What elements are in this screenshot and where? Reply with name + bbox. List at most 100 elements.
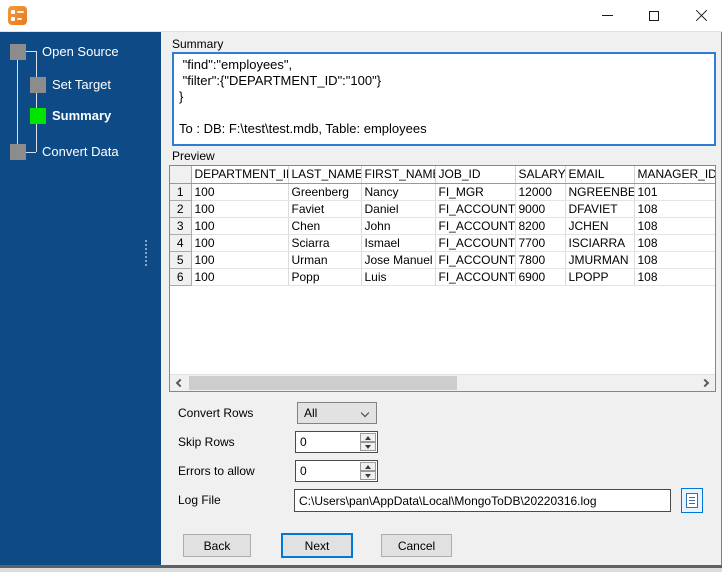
cell: 100: [191, 183, 288, 200]
cell: 108: [634, 251, 716, 268]
cell: JCHEN: [565, 217, 634, 234]
cell: 101: [634, 183, 716, 200]
log-file-label: Log File: [178, 489, 221, 512]
log-file-input[interactable]: [294, 489, 671, 512]
cell: NGREENBE: [565, 183, 634, 200]
row-number: 4: [170, 234, 191, 251]
step-label-summary: Summary: [52, 108, 111, 124]
sidebar-splitter-grip[interactable]: [145, 240, 147, 266]
errors-decrement-button[interactable]: [360, 471, 376, 480]
table-row[interactable]: 5100UrmanJose ManuelFI_ACCOUNT7800JMURMA…: [170, 251, 716, 268]
cell: 108: [634, 268, 716, 285]
column-header[interactable]: LAST_NAME: [288, 166, 361, 183]
step-label-convert-data: Convert Data: [42, 144, 119, 160]
preview-section-label: Preview: [172, 149, 215, 163]
horizontal-scrollbar[interactable]: [170, 374, 715, 391]
skip-rows-decrement-button[interactable]: [360, 442, 376, 451]
app-icon-detail: [17, 11, 24, 13]
cell: LPOPP: [565, 268, 634, 285]
summary-section-label: Summary: [172, 37, 223, 51]
convert-rows-label: Convert Rows: [178, 402, 253, 424]
table-row[interactable]: 6100PoppLuisFI_ACCOUNT6900LPOPP108: [170, 268, 716, 285]
summary-text: "find":"employees", "filter":{"DEPARTMEN…: [179, 57, 709, 137]
cell: Chen: [288, 217, 361, 234]
titlebar: [0, 0, 722, 32]
step-connector-line: [26, 152, 36, 153]
close-button[interactable]: [684, 0, 718, 31]
step-indicator-convert-data: [10, 144, 26, 160]
skip-rows-label: Skip Rows: [178, 431, 235, 453]
app-icon-detail: [11, 17, 15, 21]
cell: 7700: [515, 234, 565, 251]
cell: 108: [634, 234, 716, 251]
cancel-button[interactable]: Cancel: [381, 534, 452, 557]
cell: FI_ACCOUNT: [435, 251, 515, 268]
cell: 9000: [515, 200, 565, 217]
step-connector-line: [17, 60, 18, 144]
arrow-down-icon: [365, 445, 371, 449]
row-number: 3: [170, 217, 191, 234]
chevron-right-icon: [701, 379, 709, 387]
cell: FI_ACCOUNT: [435, 217, 515, 234]
cell: FI_ACCOUNT: [435, 234, 515, 251]
cell: 12000: [515, 183, 565, 200]
cell: FI_ACCOUNT: [435, 200, 515, 217]
chevron-down-icon: [361, 409, 369, 417]
cell: Ismael: [361, 234, 435, 251]
errors-increment-button[interactable]: [360, 462, 376, 471]
skip-rows-input[interactable]: [296, 432, 359, 452]
back-button[interactable]: Back: [183, 534, 251, 557]
skip-rows-increment-button[interactable]: [360, 433, 376, 442]
cell: Nancy: [361, 183, 435, 200]
table-row[interactable]: 3100ChenJohnFI_ACCOUNT8200JCHEN108: [170, 217, 716, 234]
column-header[interactable]: SALARY: [515, 166, 565, 183]
maximize-button[interactable]: [637, 0, 671, 31]
convert-rows-value: All: [304, 406, 317, 420]
cell: 100: [191, 234, 288, 251]
next-button[interactable]: Next: [281, 533, 353, 558]
scrollbar-thumb[interactable]: [189, 376, 457, 390]
cell: FI_ACCOUNT: [435, 268, 515, 285]
close-icon: [695, 9, 708, 22]
column-header[interactable]: EMAIL: [565, 166, 634, 183]
table-row[interactable]: 4100SciarraIsmaelFI_ACCOUNT7700ISCIARRA1…: [170, 234, 716, 251]
document-icon: [686, 493, 698, 508]
maximize-icon: [649, 11, 659, 21]
row-number-header: [170, 166, 191, 183]
cell: Greenberg: [288, 183, 361, 200]
arrow-up-icon: [365, 436, 371, 440]
cell: Jose Manuel: [361, 251, 435, 268]
preview-grid[interactable]: DEPARTMENT_IDLAST_NAMEFIRST_NAMEJOB_IDSA…: [169, 165, 716, 392]
row-number: 5: [170, 251, 191, 268]
scroll-right-button[interactable]: [698, 375, 715, 391]
app-icon-detail: [11, 10, 15, 14]
cell: 100: [191, 200, 288, 217]
step-label-set-target: Set Target: [52, 77, 111, 93]
wizard-sidebar: Open Source Set Target Summary Convert D…: [0, 32, 161, 565]
table-row[interactable]: 2100FavietDanielFI_ACCOUNT9000DFAVIET108: [170, 200, 716, 217]
minimize-button[interactable]: [590, 0, 624, 31]
row-number: 6: [170, 268, 191, 285]
errors-to-allow-stepper: [295, 460, 378, 482]
cell: Luis: [361, 268, 435, 285]
scroll-left-button[interactable]: [170, 375, 187, 391]
column-header[interactable]: JOB_ID: [435, 166, 515, 183]
cell: 8200: [515, 217, 565, 234]
column-header[interactable]: DEPARTMENT_ID: [191, 166, 288, 183]
convert-rows-dropdown[interactable]: All: [297, 402, 377, 424]
table-row[interactable]: 1100GreenbergNancyFI_MGR12000NGREENBE101: [170, 183, 716, 200]
cell: 100: [191, 268, 288, 285]
cell: FI_MGR: [435, 183, 515, 200]
cell: 108: [634, 217, 716, 234]
preview-table: DEPARTMENT_IDLAST_NAMEFIRST_NAMEJOB_IDSA…: [170, 166, 716, 286]
summary-textbox[interactable]: "find":"employees", "filter":{"DEPARTMEN…: [172, 52, 716, 146]
cell: Urman: [288, 251, 361, 268]
column-header[interactable]: MANAGER_ID: [634, 166, 716, 183]
minimize-icon: [602, 15, 613, 16]
step-connector-line: [26, 51, 36, 52]
column-header[interactable]: FIRST_NAME: [361, 166, 435, 183]
errors-to-allow-label: Errors to allow: [178, 460, 255, 482]
step-connector-line: [36, 51, 37, 152]
log-file-browse-button[interactable]: [681, 488, 703, 513]
errors-to-allow-input[interactable]: [296, 461, 359, 481]
